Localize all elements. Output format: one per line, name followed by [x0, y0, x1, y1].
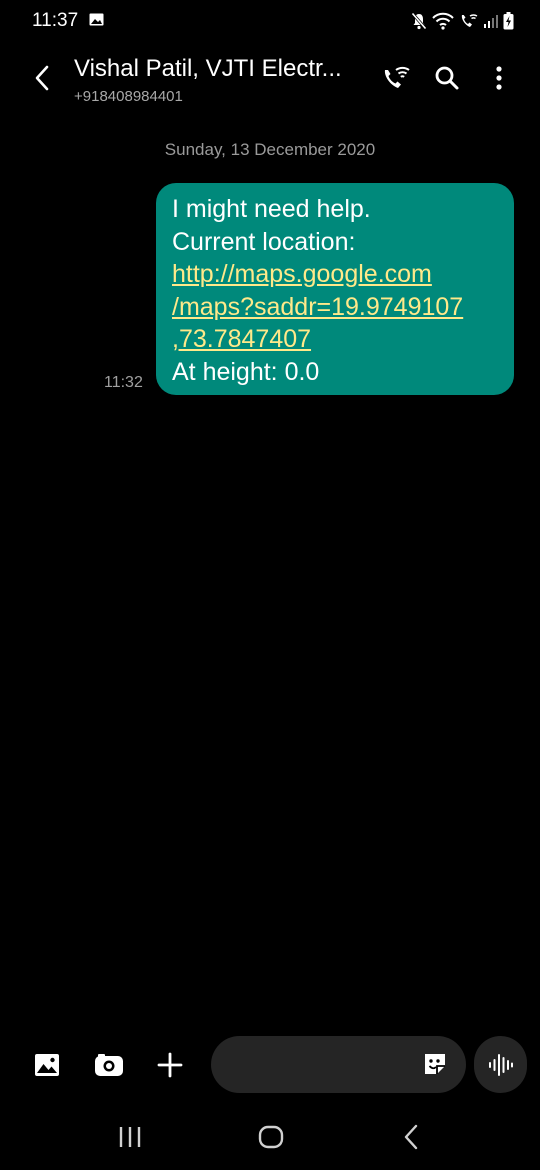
sticker-button[interactable]: [420, 1049, 450, 1079]
more-options-button[interactable]: [481, 60, 517, 96]
status-icons: [411, 10, 514, 32]
message-composer: [211, 1036, 466, 1093]
search-icon: [435, 66, 459, 90]
home-button[interactable]: [241, 1115, 301, 1159]
wifi-call-icon: [384, 66, 410, 88]
camera-icon: [95, 1054, 123, 1076]
status-time: 11:37: [32, 10, 79, 31]
message-text-line: Current location:: [172, 227, 356, 256]
back-icon: [404, 1124, 418, 1150]
voice-input-button[interactable]: [474, 1036, 527, 1093]
battery-charging-icon: [503, 12, 514, 30]
message-time: 11:32: [104, 374, 143, 391]
gallery-icon: [35, 1054, 59, 1076]
back-icon: [35, 65, 49, 91]
date-separator: Sunday, 13 December 2020: [164, 140, 376, 159]
wifi-call-button[interactable]: [378, 60, 414, 96]
wifi-icon: [432, 12, 454, 30]
signal-icon: [484, 15, 498, 28]
location-link[interactable]: ,73.7847407: [172, 323, 498, 356]
add-attachment-button[interactable]: [148, 1043, 192, 1087]
message-text-line: I might need help.: [172, 195, 371, 223]
nav-back-button[interactable]: [381, 1115, 441, 1159]
voice-wave-icon: [488, 1053, 513, 1076]
location-link[interactable]: http://maps.google.com: [172, 258, 498, 291]
mute-icon: [411, 12, 427, 30]
message-text-line: At height: 0.0: [172, 357, 320, 386]
contact-number: +918408984401: [74, 88, 183, 105]
more-icon: [496, 66, 502, 90]
message-bubble[interactable]: I might need help. Current location: htt…: [156, 183, 514, 395]
home-icon: [258, 1125, 284, 1149]
recents-button[interactable]: [100, 1115, 160, 1159]
camera-button[interactable]: [87, 1043, 131, 1087]
wifi-calling-icon: [461, 14, 478, 27]
recents-icon: [119, 1127, 141, 1147]
location-link[interactable]: /maps?saddr=19.9749107: [172, 291, 498, 324]
sticker-icon: [425, 1054, 445, 1074]
back-button[interactable]: [28, 62, 56, 94]
gallery-button[interactable]: [25, 1043, 69, 1087]
contact-name[interactable]: Vishal Patil, VJTI Electr...: [74, 55, 342, 83]
message-input[interactable]: [229, 1046, 413, 1084]
plus-icon: [157, 1052, 183, 1078]
search-button[interactable]: [429, 60, 465, 96]
status-gallery-icon: [89, 13, 104, 26]
